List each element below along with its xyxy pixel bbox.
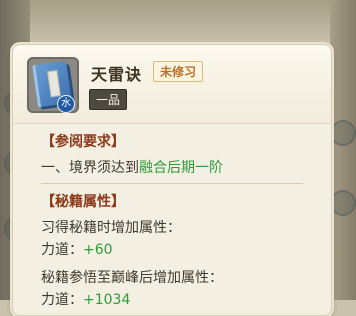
learn-attributes-title: 习得秘籍时增加属性： bbox=[41, 220, 181, 236]
learn-stat-row: 力道：+60 bbox=[41, 239, 113, 259]
peak-attributes-title: 秘籍参悟至巅峰后增加属性： bbox=[41, 270, 223, 286]
book-label-strip bbox=[47, 70, 61, 98]
requirement-prefix: 一、境界须达到 bbox=[41, 160, 139, 176]
status-badge: 未修习 bbox=[153, 61, 204, 82]
peak-stat-value: +1034 bbox=[83, 292, 131, 308]
background-right bbox=[330, 0, 356, 300]
skill-book-icon: 水 bbox=[27, 57, 79, 113]
element-badge: 水 bbox=[57, 95, 75, 113]
grade-badge: 一品 bbox=[89, 89, 128, 110]
learn-stat-label: 力道： bbox=[41, 242, 83, 258]
background-slot-icon bbox=[330, 190, 356, 216]
background-top bbox=[0, 0, 356, 40]
learn-stat-value: +60 bbox=[83, 242, 113, 258]
background-slot-icon bbox=[330, 120, 356, 146]
skill-header: 水 天雷诀 未修习 一品 bbox=[13, 45, 331, 124]
skill-name: 天雷诀 bbox=[91, 65, 143, 84]
requirement-item: 一、境界须达到融合后期一阶 bbox=[41, 157, 223, 177]
attributes-title: 【秘籍属性】 bbox=[41, 194, 125, 210]
requirement-highlight: 融合后期一阶 bbox=[139, 160, 223, 176]
peak-stat-label: 力道： bbox=[41, 292, 83, 308]
peak-stat-row: 力道：+1034 bbox=[41, 289, 130, 309]
skill-tooltip-panel: 水 天雷诀 未修习 一品 【参阅要求】 一、境界须达到融合后期一阶 【秘籍属性】… bbox=[12, 44, 332, 316]
requirements-title: 【参阅要求】 bbox=[41, 134, 125, 150]
section-divider bbox=[41, 183, 303, 184]
